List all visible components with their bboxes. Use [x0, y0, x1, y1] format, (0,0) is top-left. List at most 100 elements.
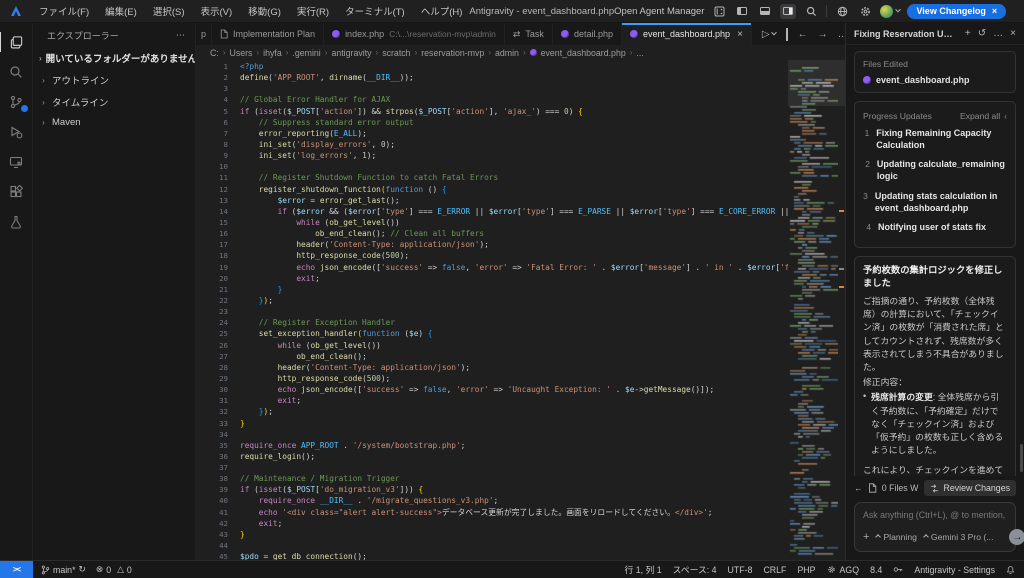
progress-step[interactable]: 4Notifying user of stats fix [863, 221, 1007, 233]
menubar-item-t[interactable]: ターミナル(T) [338, 2, 412, 20]
line-content: while (ob_get_level()) [240, 340, 788, 351]
settings-gear-icon[interactable] [857, 4, 873, 19]
git-branch-item[interactable]: main* ↻ [41, 564, 86, 575]
menubar-item-e[interactable]: 編集(E) [98, 2, 144, 20]
breadcrumb-item[interactable]: C: [210, 48, 219, 58]
breadcrumb-item[interactable]: ihyfa [263, 48, 282, 58]
breadcrumb[interactable]: C:›Users›ihyfa›.gemini›antigravity›scrat… [196, 45, 845, 60]
agent-manager-icon[interactable] [711, 4, 727, 19]
menubar-item-v[interactable]: 表示(V) [193, 2, 239, 20]
step-number: 1 [863, 127, 869, 151]
tab-detail-php[interactable]: detail.php [553, 23, 622, 45]
panel-more-icon[interactable]: … [993, 29, 1003, 39]
send-button[interactable]: → [1009, 529, 1024, 545]
toggle-primary-sidebar-icon[interactable] [734, 4, 750, 19]
panel-close-icon[interactable]: × [1010, 29, 1016, 39]
progress-step[interactable]: 2Updating calculate_remaining logic [863, 158, 1007, 182]
breadcrumb-item[interactable]: Users [229, 48, 252, 58]
toggle-secondary-sidebar-icon[interactable] [780, 4, 796, 19]
menubar-item-f[interactable]: ファイル(F) [32, 2, 96, 20]
collapse-left-icon[interactable]: ← [854, 483, 863, 493]
status-8-4[interactable]: 8.4 [870, 565, 882, 575]
minimize-button[interactable]: – [1017, 2, 1024, 21]
code-line: 30 echo json_encode(['success' => false,… [196, 384, 788, 395]
status-1-1[interactable]: 行 1, 列 1 [624, 563, 661, 576]
problems-item[interactable]: ⊗0 △0 [96, 564, 132, 575]
tab-close-icon[interactable]: × [737, 29, 743, 40]
split-editor-icon[interactable] [786, 29, 788, 40]
model-dropdown[interactable]: Gemini 3 Pro (... [924, 532, 994, 542]
status-agq[interactable]: AGQ [827, 565, 860, 575]
back-icon[interactable]: ← [798, 29, 808, 40]
explorer-section-[interactable]: ›アウトライン [33, 69, 195, 91]
minimap[interactable] [788, 60, 838, 560]
search-sidebar-icon[interactable] [0, 57, 33, 87]
run-button[interactable]: ▷ [762, 29, 776, 40]
status-4[interactable]: スペース: 4 [673, 563, 717, 576]
breadcrumb-item[interactable]: scratch [382, 48, 410, 58]
breadcrumb-item[interactable]: .gemini [292, 48, 320, 58]
expand-all-button[interactable]: Expand all ‹ [960, 111, 1007, 121]
explorer-section-[interactable]: ›タイムライン [33, 91, 195, 113]
line-number: 28 [196, 362, 240, 373]
attach-plus-icon[interactable]: + [863, 531, 869, 543]
menubar-item-g[interactable]: 移動(G) [241, 2, 288, 20]
line-content: exit; [240, 395, 788, 406]
breadcrumb-item[interactable]: event_dashboard.php [541, 48, 626, 58]
status-utf-8[interactable]: UTF-8 [728, 565, 753, 575]
toggle-panel-icon[interactable] [757, 4, 773, 19]
testing-beaker-icon[interactable] [0, 207, 33, 237]
explorer-icon[interactable] [0, 27, 33, 57]
breadcrumb-item[interactable]: admin [495, 48, 519, 58]
panel-scrollbar[interactable] [1020, 444, 1023, 472]
view-changelog-button[interactable]: View Changelog × [907, 4, 1006, 19]
menubar-item-h[interactable]: ヘルプ(H) [414, 2, 470, 20]
extensions-icon[interactable] [0, 177, 33, 207]
menubar-item-r[interactable]: 実行(R) [290, 2, 336, 20]
remote-explorer-icon[interactable] [0, 147, 33, 177]
tab-implementation-plan[interactable]: Implementation Plan [212, 23, 324, 45]
tab-index-php[interactable]: index.phpC:\...\reservation-mvp\admin [324, 23, 505, 45]
code-line: 2define('APP_ROOT', dirname(__DIR__)); [196, 72, 788, 83]
code-line: 33} [196, 418, 788, 429]
status-bell-icon[interactable] [1006, 565, 1015, 575]
menubar-item-s[interactable]: 選択(S) [146, 2, 192, 20]
history-icon[interactable]: ↺ [978, 29, 986, 39]
explorer-section-[interactable]: ›開いているフォルダーがありません [33, 47, 195, 69]
chat-input[interactable] [863, 510, 1007, 520]
sync-icon[interactable]: ↻ [79, 564, 86, 575]
progress-step[interactable]: 3Updating stats calculation in event_das… [863, 190, 1007, 214]
source-control-icon[interactable] [0, 87, 33, 117]
tab-task[interactable]: ⇄Task [505, 23, 553, 45]
planning-dropdown[interactable]: Planning [876, 532, 916, 542]
search-icon[interactable] [803, 4, 819, 19]
open-agent-manager-button[interactable]: Open Agent Manager [614, 6, 704, 17]
code-editor[interactable]: 1<?php2define('APP_ROOT', dirname(__DIR_… [196, 60, 845, 560]
changelog-close-icon[interactable]: × [992, 6, 997, 16]
status-crlf[interactable]: CRLF [763, 565, 786, 575]
status-php[interactable]: PHP [797, 565, 815, 575]
remote-indicator[interactable]: >< [0, 561, 33, 578]
breadcrumb-item[interactable]: antigravity [331, 48, 371, 58]
files-with-changes-label[interactable]: 0 Files With Chan... [882, 483, 920, 493]
progress-step[interactable]: 1Fixing Remaining Capacity Calculation [863, 127, 1007, 151]
edited-file-event-dashboard-php[interactable]: event_dashboard.php [863, 75, 1007, 85]
php-file-icon [863, 76, 871, 84]
breadcrumb-item[interactable]: reservation-mvp [421, 48, 484, 58]
breadcrumb-item[interactable]: ... [636, 48, 643, 58]
tabs: pImplementation Planindex.phpC:\...\rese… [196, 23, 752, 45]
review-changes-button[interactable]: Review Changes [924, 480, 1016, 496]
minimap-slider[interactable] [788, 60, 845, 106]
tab-label: Task [525, 29, 544, 39]
run-debug-icon[interactable] [0, 117, 33, 147]
explorer-more-icon[interactable]: ⋯ [176, 30, 185, 41]
tab-p[interactable]: p [196, 23, 212, 45]
tab-event-dashboard-php[interactable]: event_dashboard.php× [622, 23, 752, 45]
account-menu[interactable] [880, 5, 900, 18]
globe-icon[interactable] [834, 4, 850, 19]
new-conversation-icon[interactable]: + [965, 29, 971, 39]
status-antigravity-settings[interactable]: Antigravity - Settings [914, 565, 995, 575]
status-key-icon[interactable] [893, 565, 903, 574]
explorer-section-maven[interactable]: ›Maven [33, 113, 195, 132]
forward-icon[interactable]: → [818, 29, 828, 40]
